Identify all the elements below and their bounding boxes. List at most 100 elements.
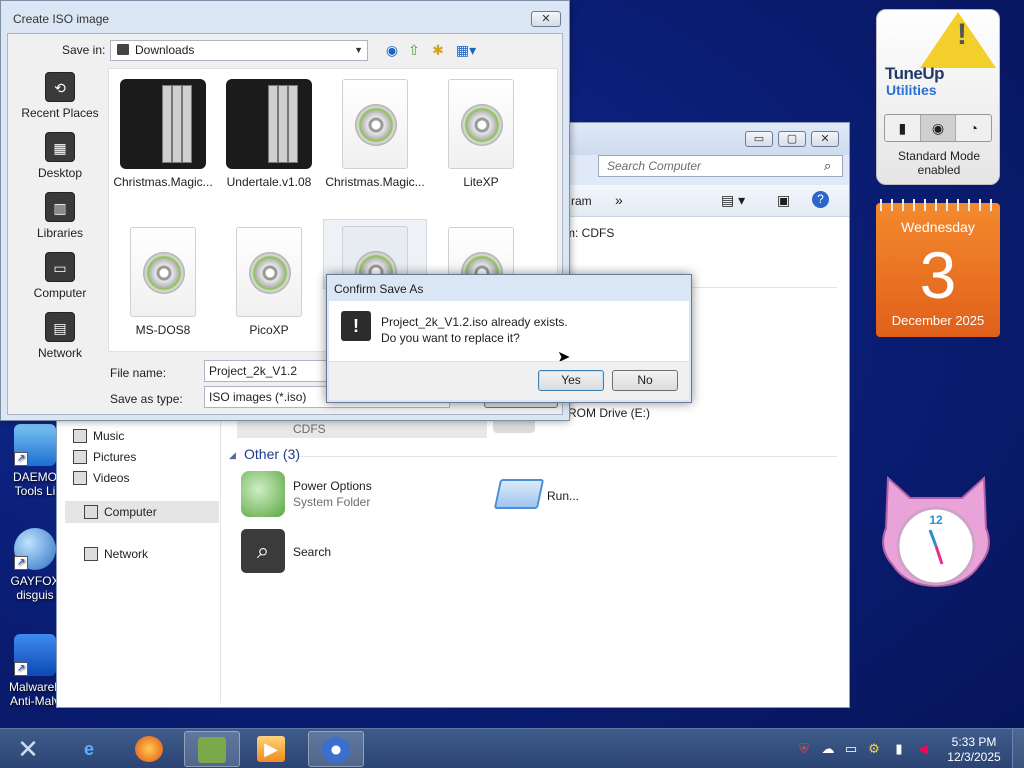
shortcut-arrow-icon: ↗ — [14, 556, 28, 570]
group-header-other[interactable]: Other (3) — [244, 446, 300, 462]
clock-date: 12/3/2025 — [947, 750, 1001, 764]
disc-image-icon — [448, 79, 514, 169]
group-toggle-icon[interactable]: ◢ — [229, 450, 236, 461]
taskbar-ie[interactable]: e — [62, 731, 118, 767]
calendar-weekday: Wednesday — [901, 219, 975, 235]
up-folder-icon[interactable]: ⇧ — [405, 41, 423, 59]
confirm-footer: Yes No — [329, 361, 689, 400]
confirm-message-line1: Project_2k_V1.2.iso already exists. — [381, 315, 568, 329]
power-options-label: Power Options — [293, 479, 372, 493]
shield-icon[interactable]: ⛨ — [796, 741, 812, 757]
power-options-sub: System Folder — [293, 495, 371, 509]
tuneup-gadget[interactable]: ! TuneUp Utilities ▮ ◉ ◔ Standard Mode e… — [876, 9, 1000, 185]
nav-item-computer[interactable]: Computer — [84, 505, 157, 519]
file-item[interactable]: Christmas.Magic... — [111, 79, 215, 189]
drive-fs-label: CDFS — [293, 422, 326, 436]
calendar-gadget[interactable]: Wednesday 3 December 2025 — [876, 199, 1000, 337]
toolbar-item[interactable]: ram — [571, 194, 592, 208]
drive-label[interactable]: ROM Drive (E:) — [568, 406, 650, 420]
run-icon — [493, 479, 545, 509]
place-computer[interactable]: ▭ Computer — [14, 252, 106, 300]
malwarebytes-icon: ↗ — [14, 634, 56, 676]
search-item[interactable]: ⌕ Search — [241, 529, 401, 575]
place-libraries[interactable]: ▥ Libraries — [14, 192, 106, 240]
turbo-mode-icon[interactable]: ◔ — [956, 115, 991, 141]
file-item[interactable]: PicoXP — [217, 227, 321, 337]
network-icon — [84, 547, 98, 561]
power-plug-icon — [241, 471, 285, 517]
help-icon[interactable]: ? — [812, 191, 829, 208]
file-name-input[interactable]: Project_2k_V1.2 — [204, 360, 328, 382]
taskbar-firefox[interactable] — [122, 731, 178, 767]
confirm-body: ! Project_2k_V1.2.iso already exists. Do… — [329, 301, 689, 366]
file-item[interactable]: Undertale.v1.08 — [217, 79, 321, 189]
close-button[interactable]: ✕ — [811, 131, 839, 147]
libraries-icon: ▥ — [45, 192, 75, 222]
preview-pane-icon[interactable]: ▣ — [777, 192, 790, 209]
taskbar: ✕ e ▶ ⛨ ☁ ▭ ⚙ ▮ ◀ 5:33 PM 12/3/2025 — [0, 728, 1024, 768]
confirm-title: Confirm Save As — [334, 282, 424, 296]
file-item[interactable]: LiteXP — [429, 79, 533, 189]
desktop-icon: ▦ — [45, 132, 75, 162]
search-icon[interactable]: ⌕ — [824, 158, 831, 174]
warning-icon: ! — [341, 311, 371, 341]
no-button[interactable]: No — [612, 370, 678, 391]
tuneup-title: TuneUp — [885, 64, 945, 83]
toolbar-more-button[interactable]: » — [615, 192, 623, 208]
power-options-item[interactable]: Power Options System Folder — [241, 471, 461, 519]
file-name-label: File name: — [110, 366, 167, 380]
network-icon: ▤ — [45, 312, 75, 342]
system-clock[interactable]: 5:33 PM 12/3/2025 — [944, 735, 1004, 765]
place-desktop[interactable]: ▦ Desktop — [14, 132, 106, 180]
internet-explorer-icon: e — [83, 739, 94, 759]
tuneup-status: Standard Mode enabled — [897, 149, 981, 177]
place-recent-places[interactable]: ⟲ Recent Places — [14, 72, 106, 120]
start-button[interactable]: ✕ — [8, 731, 48, 767]
place-network[interactable]: ▤ Network — [14, 312, 106, 360]
recent-places-icon: ⟲ — [45, 72, 75, 102]
nav-item-videos[interactable]: Videos — [73, 471, 129, 485]
maximize-button[interactable]: ▢ — [778, 131, 806, 147]
minimize-button[interactable]: ▭ — [745, 131, 773, 147]
gadget-icon[interactable]: ⚙ — [866, 741, 882, 757]
disc-image-icon — [236, 227, 302, 317]
nav-item-network[interactable]: Network — [84, 547, 148, 561]
close-button[interactable]: ✕ — [531, 11, 561, 27]
details-text: m: CDFS — [565, 226, 615, 240]
network-tray-icon[interactable]: ▮ — [891, 741, 907, 757]
volume-muted-icon[interactable]: ◀ — [915, 741, 931, 757]
tuneup-mode-switcher: ▮ ◉ ◔ — [884, 114, 992, 142]
search-input[interactable]: Search Computer — [598, 155, 843, 177]
monitor-icon[interactable]: ▭ — [843, 741, 859, 757]
yes-button[interactable]: Yes — [538, 370, 604, 391]
view-options-icon[interactable]: ▤ ▾ — [721, 192, 745, 209]
archive-file-icon — [120, 79, 206, 169]
file-item[interactable]: MS-DOS8 — [111, 227, 215, 337]
taskbar-media[interactable]: ▶ — [244, 731, 300, 767]
chevron-down-icon: ▼ — [354, 45, 363, 55]
disc-image-icon — [342, 79, 408, 169]
economy-mode-icon[interactable]: ▮ — [885, 115, 921, 141]
back-icon[interactable]: ◉ — [383, 41, 401, 59]
clock-gadget[interactable]: 12 — [876, 468, 996, 592]
confirm-message-line2: Do you want to replace it? — [381, 331, 520, 345]
chat-icon[interactable]: ☁ — [820, 741, 836, 757]
firefox-icon — [135, 736, 163, 762]
file-item[interactable]: Christmas.Magic... — [323, 79, 427, 189]
taskbar-daemon[interactable] — [308, 731, 364, 767]
shortcut-arrow-icon: ↗ — [14, 452, 28, 466]
search-icon: ⌕ — [241, 529, 285, 573]
save-in-dropdown[interactable]: Downloads ▼ — [110, 40, 368, 61]
nav-item-pictures[interactable]: Pictures — [73, 450, 136, 464]
show-desktop-button[interactable] — [1012, 729, 1024, 768]
dialog-title: Create ISO image — [13, 12, 110, 26]
standard-mode-icon[interactable]: ◉ — [920, 115, 957, 141]
nav-item-music[interactable]: Music — [73, 429, 124, 443]
daemon-tools-icon: ↗ — [14, 424, 56, 466]
archive-file-icon — [226, 79, 312, 169]
computer-icon — [84, 505, 98, 519]
new-folder-icon[interactable]: ✱ — [429, 41, 447, 59]
view-menu-icon[interactable]: ▦▾ — [453, 41, 479, 59]
run-item[interactable]: Run... — [493, 475, 615, 515]
taskbar-explorer[interactable] — [184, 731, 240, 767]
